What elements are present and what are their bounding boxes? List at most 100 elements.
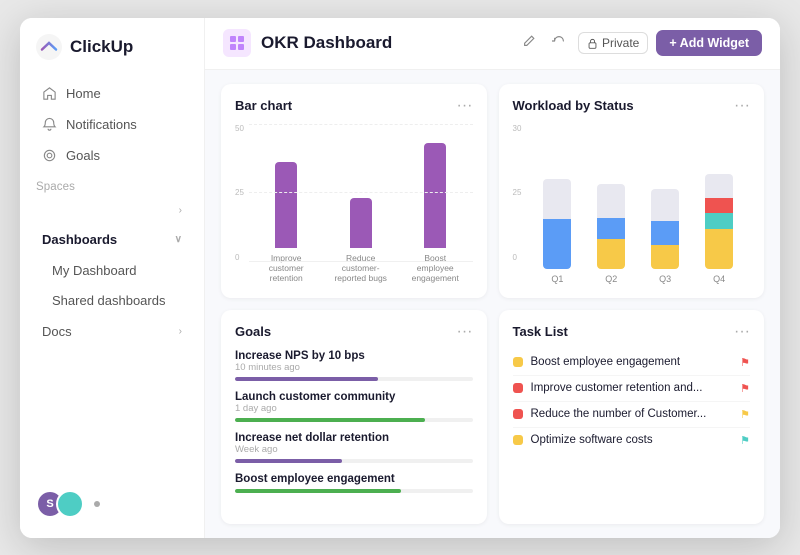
dashboard-icon-box	[223, 29, 251, 57]
goal-item-0: Increase NPS by 10 bps 10 minutes ago	[235, 350, 473, 381]
goal-item-1: Launch customer community 1 day ago	[235, 391, 473, 422]
sidebar-item-spaces[interactable]: ›	[26, 198, 198, 223]
home-label: Home	[66, 86, 101, 101]
q4-label: Q4	[713, 274, 725, 284]
workload-menu-button[interactable]: ···	[734, 98, 750, 114]
chevron-down-icon: ∨	[175, 234, 182, 245]
sidebar-item-dashboards[interactable]: Dashboards ∨	[26, 225, 198, 254]
q4-gray-segment	[705, 174, 733, 199]
stacked-bars-container: Q1 Q2	[526, 124, 750, 284]
chevron-right-icon: ›	[179, 205, 182, 216]
task-list-widget: Task List ··· Boost employee engagement …	[499, 310, 765, 524]
q4-yellow-segment	[705, 229, 733, 269]
home-icon	[42, 86, 57, 101]
stacked-group-q3: Q3	[644, 189, 686, 284]
refresh-icon	[552, 34, 566, 48]
goal-name-2: Increase net dollar retention	[235, 432, 473, 444]
bar-group-1: Reduce customer-reported bugs	[331, 198, 390, 284]
task-flag-3: ⚑	[740, 434, 750, 447]
bar-0	[275, 162, 297, 248]
goal-progress-fill-3	[235, 489, 401, 493]
bar-chart-plot: Improve customer retention Reduce custom…	[249, 124, 473, 284]
bar-group-0: Improve customer retention	[257, 162, 316, 284]
q4-bar	[705, 174, 733, 269]
bar-label-2: Boost employee engagement	[408, 253, 463, 284]
bars-container: Improve customer retention Reduce custom…	[249, 124, 473, 284]
edit-icon	[522, 34, 536, 48]
sidebar-item-goals[interactable]: Goals	[26, 141, 198, 170]
grid-icon	[229, 35, 245, 51]
workload-widget: Workload by Status ··· 0 25 30	[499, 84, 765, 298]
q1-label: Q1	[551, 274, 563, 284]
bar-label-1: Reduce customer-reported bugs	[333, 253, 388, 284]
goal-progress-bg-2	[235, 459, 473, 463]
sidebar-item-notifications[interactable]: Notifications	[26, 110, 198, 139]
sidebar-item-shared-dashboards[interactable]: Shared dashboards	[36, 286, 198, 315]
task-name-2: Reduce the number of Customer...	[531, 408, 707, 420]
private-label: Private	[602, 36, 639, 50]
lock-icon	[587, 38, 598, 49]
docs-label: Docs	[42, 324, 72, 339]
bell-icon	[42, 117, 57, 132]
q1-blue-segment	[543, 219, 571, 269]
stacked-group-q4: Q4	[698, 174, 740, 284]
goal-progress-fill-0	[235, 377, 378, 381]
task-name-3: Optimize software costs	[531, 434, 653, 446]
q3-gray-segment	[651, 189, 679, 221]
task-item-2[interactable]: Reduce the number of Customer... ⚑	[513, 402, 751, 428]
q2-gray-segment	[597, 184, 625, 218]
app-window: ClickUp Home Notifications Goals Spaces	[20, 18, 780, 538]
goal-name-0: Increase NPS by 10 bps	[235, 350, 473, 362]
q2-blue-segment	[597, 218, 625, 239]
workload-title: Workload by Status	[513, 98, 634, 113]
q1-gray-segment	[543, 179, 571, 220]
stacked-group-q1: Q1	[536, 179, 578, 284]
task-dot-1	[513, 383, 523, 393]
workload-y-labels: 0 25 30	[513, 124, 527, 284]
goal-progress-bg-1	[235, 418, 473, 422]
q3-blue-segment	[651, 221, 679, 245]
task-dot-0	[513, 357, 523, 367]
docs-chevron-icon: ›	[179, 326, 182, 337]
dashboards-submenu: My Dashboard Shared dashboards	[20, 255, 204, 316]
edit-button[interactable]	[518, 30, 540, 56]
goal-item-2: Increase net dollar retention Week ago	[235, 432, 473, 463]
goal-item-3: Boost employee engagement	[235, 473, 473, 493]
dashboard-grid: Bar chart ··· 0 25 50	[205, 70, 780, 538]
q4-teal-segment	[705, 213, 733, 228]
q3-label: Q3	[659, 274, 671, 284]
notifications-label: Notifications	[66, 117, 137, 132]
task-list-title: Task List	[513, 324, 568, 339]
clickup-logo-icon	[36, 34, 62, 60]
refresh-button[interactable]	[548, 30, 570, 56]
sidebar-item-home[interactable]: Home	[26, 79, 198, 108]
logo-text: ClickUp	[70, 37, 133, 57]
avatar-user2[interactable]	[56, 490, 84, 518]
stacked-group-q2: Q2	[590, 184, 632, 284]
q4-red-segment	[705, 198, 733, 213]
main-content: OKR Dashboard Privat	[205, 18, 780, 538]
sidebar-item-my-dashboard[interactable]: My Dashboard	[36, 256, 198, 285]
bar-chart-header: Bar chart ···	[235, 98, 473, 114]
topbar-title: OKR Dashboard	[261, 33, 392, 53]
topbar: OKR Dashboard Privat	[205, 18, 780, 70]
goals-menu-button[interactable]: ···	[457, 324, 473, 340]
logo-area: ClickUp	[20, 34, 204, 78]
task-flag-1: ⚑	[740, 382, 750, 395]
spaces-section-label: Spaces	[20, 171, 204, 197]
task-item-0[interactable]: Boost employee engagement ⚑	[513, 350, 751, 376]
task-item-1[interactable]: Improve customer retention and... ⚑	[513, 376, 751, 402]
private-badge[interactable]: Private	[578, 32, 648, 54]
avatar-dot	[94, 501, 100, 507]
goal-time-2: Week ago	[235, 444, 473, 455]
target-icon	[42, 148, 57, 163]
sidebar-item-docs[interactable]: Docs ›	[26, 317, 198, 346]
task-item-3[interactable]: Optimize software costs ⚑	[513, 428, 751, 453]
task-list-menu-button[interactable]: ···	[734, 324, 750, 340]
bar-1	[350, 198, 372, 248]
goal-name-3: Boost employee engagement	[235, 473, 473, 485]
q2-label: Q2	[605, 274, 617, 284]
add-widget-button[interactable]: + Add Widget	[656, 30, 762, 56]
goal-name-1: Launch customer community	[235, 391, 473, 403]
bar-chart-menu-button[interactable]: ···	[457, 98, 473, 114]
